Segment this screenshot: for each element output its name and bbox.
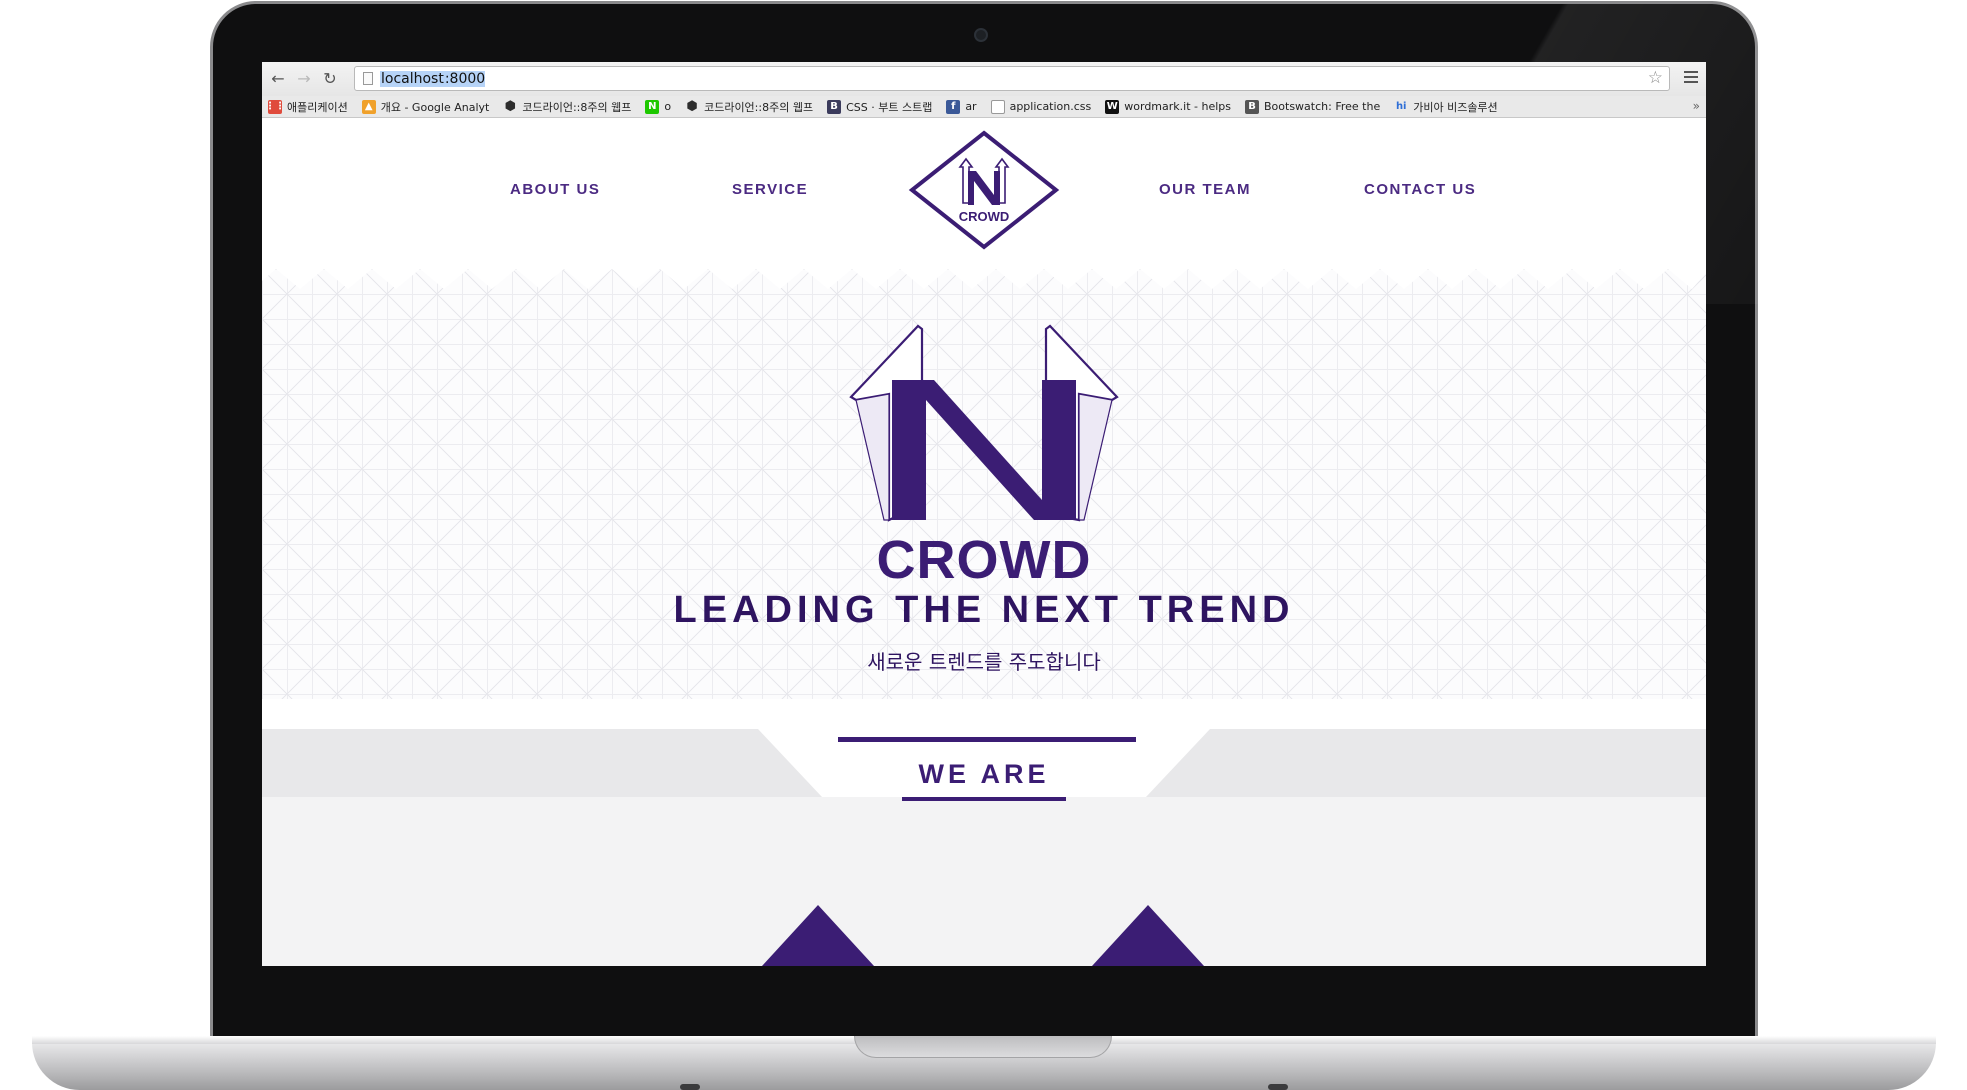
- nav-about-us[interactable]: ABOUT US: [510, 181, 600, 198]
- menu-icon[interactable]: [1684, 71, 1698, 83]
- logo-small-word: CROWD: [959, 209, 1010, 224]
- web-page: ABOUT US SERVICE OUR TEAM CONTACT US CRO…: [262, 119, 1706, 966]
- bookmark-item[interactable]: ⬢ 코드라이언::8주의 웹프: [503, 99, 632, 115]
- laptop-screen: ← → ↻ localhost:8000 ☆ ⋮⋮ 애플리케이션 ▲ 개요 - Goo…: [262, 62, 1706, 966]
- wordmark-w-icon: W: [1105, 99, 1120, 114]
- logo-big-word: CROWD: [877, 530, 1092, 586]
- address-bar[interactable]: localhost:8000 ☆: [354, 66, 1670, 91]
- bookmark-label: 가비아 비즈솔루션: [1413, 100, 1498, 114]
- crowd-logo-large: CROWD: [849, 324, 1119, 586]
- analytics-icon: ▲: [361, 99, 376, 114]
- bookmark-item[interactable]: ▲ 개요 - Google Analyt: [361, 99, 490, 115]
- pattern-zigzag-edge: [262, 259, 1706, 289]
- bookmark-item[interactable]: application.css: [990, 99, 1092, 114]
- apps-grid-icon: ⋮⋮: [265, 99, 285, 114]
- facebook-icon: f: [946, 99, 961, 114]
- bookmark-label: 애플리케이션: [287, 100, 348, 114]
- forward-icon[interactable]: →: [294, 69, 314, 89]
- hero-subtagline: 새로운 트렌드를 주도합니다: [867, 650, 1101, 674]
- bookmark-label: CSS · 부트 스트랩: [846, 100, 933, 114]
- laptop-foot-right: [1268, 1084, 1288, 1090]
- url-port: :8000: [444, 70, 486, 87]
- laptop-mockup: ← → ↻ localhost:8000 ☆ ⋮⋮ 애플리케이션 ▲ 개요 - Goo…: [0, 0, 1967, 1090]
- reload-icon[interactable]: ↻: [320, 69, 340, 89]
- hexagon-icon: ⬢: [504, 99, 517, 114]
- gabia-hi-icon: hi: [1395, 101, 1407, 112]
- url-host: localhost: [380, 70, 445, 87]
- bookmark-item[interactable]: Wwordmark.it - helps: [1105, 99, 1231, 114]
- crowd-logo-small[interactable]: CROWD: [908, 129, 1060, 251]
- naver-n-icon: N: [645, 99, 660, 114]
- hexagon-icon: ⬢: [686, 99, 698, 114]
- bookmark-label: wordmark.it - helps: [1124, 100, 1231, 113]
- webcam-icon: [974, 28, 988, 42]
- we-are-shapes: [712, 719, 1256, 966]
- bookmark-item[interactable]: f ar: [946, 99, 977, 114]
- file-icon: [990, 99, 1005, 114]
- browser-toolbar: ← → ↻ localhost:8000 ☆: [262, 62, 1706, 96]
- bookmarks-overflow-icon[interactable]: »: [1693, 99, 1700, 113]
- nav-our-team[interactable]: OUR TEAM: [1159, 181, 1251, 198]
- bookmark-item[interactable]: ⋮⋮ 애플리케이션: [265, 99, 348, 115]
- laptop-lid-notch: [854, 1036, 1112, 1058]
- bookmark-item[interactable]: No: [645, 99, 672, 114]
- bookmark-label: ar: [965, 100, 977, 113]
- bookmark-label: 개요 - Google Analyt: [380, 100, 490, 114]
- bookmark-label: application.css: [1009, 100, 1092, 113]
- bookmarks-bar: ⋮⋮ 애플리케이션 ▲ 개요 - Google Analyt ⬢ 코드라이언::8주의 웹…: [262, 96, 1706, 118]
- page-icon: [363, 72, 373, 85]
- back-icon[interactable]: ←: [268, 69, 288, 89]
- hero-tagline: LEADING THE NEXT TREND: [673, 589, 1295, 631]
- bookmark-star-icon[interactable]: ☆: [1648, 68, 1663, 88]
- bootstrap-b-icon: B: [827, 99, 842, 114]
- nav-service[interactable]: SERVICE: [732, 181, 808, 198]
- bookmark-item[interactable]: hi 가비아 비즈솔루션: [1394, 99, 1498, 115]
- bootswatch-b-icon: B: [1245, 99, 1259, 114]
- laptop-foot-left: [680, 1084, 700, 1090]
- bookmark-label: o: [664, 100, 672, 113]
- we-are-heading: WE ARE: [918, 759, 1050, 789]
- bookmark-label: Bootswatch: Free the: [1264, 100, 1381, 113]
- bookmark-item[interactable]: B CSS · 부트 스트랩: [827, 99, 932, 115]
- bookmark-item[interactable]: B Bootswatch: Free the: [1245, 99, 1381, 114]
- bookmark-item[interactable]: ⬢ 코드라이언::8주의 웹프: [685, 99, 813, 115]
- nav-contact-us[interactable]: CONTACT US: [1364, 181, 1476, 198]
- bookmark-label: 코드라이언::8주의 웹프: [704, 100, 814, 114]
- bookmark-label: 코드라이언::8주의 웹프: [522, 100, 632, 114]
